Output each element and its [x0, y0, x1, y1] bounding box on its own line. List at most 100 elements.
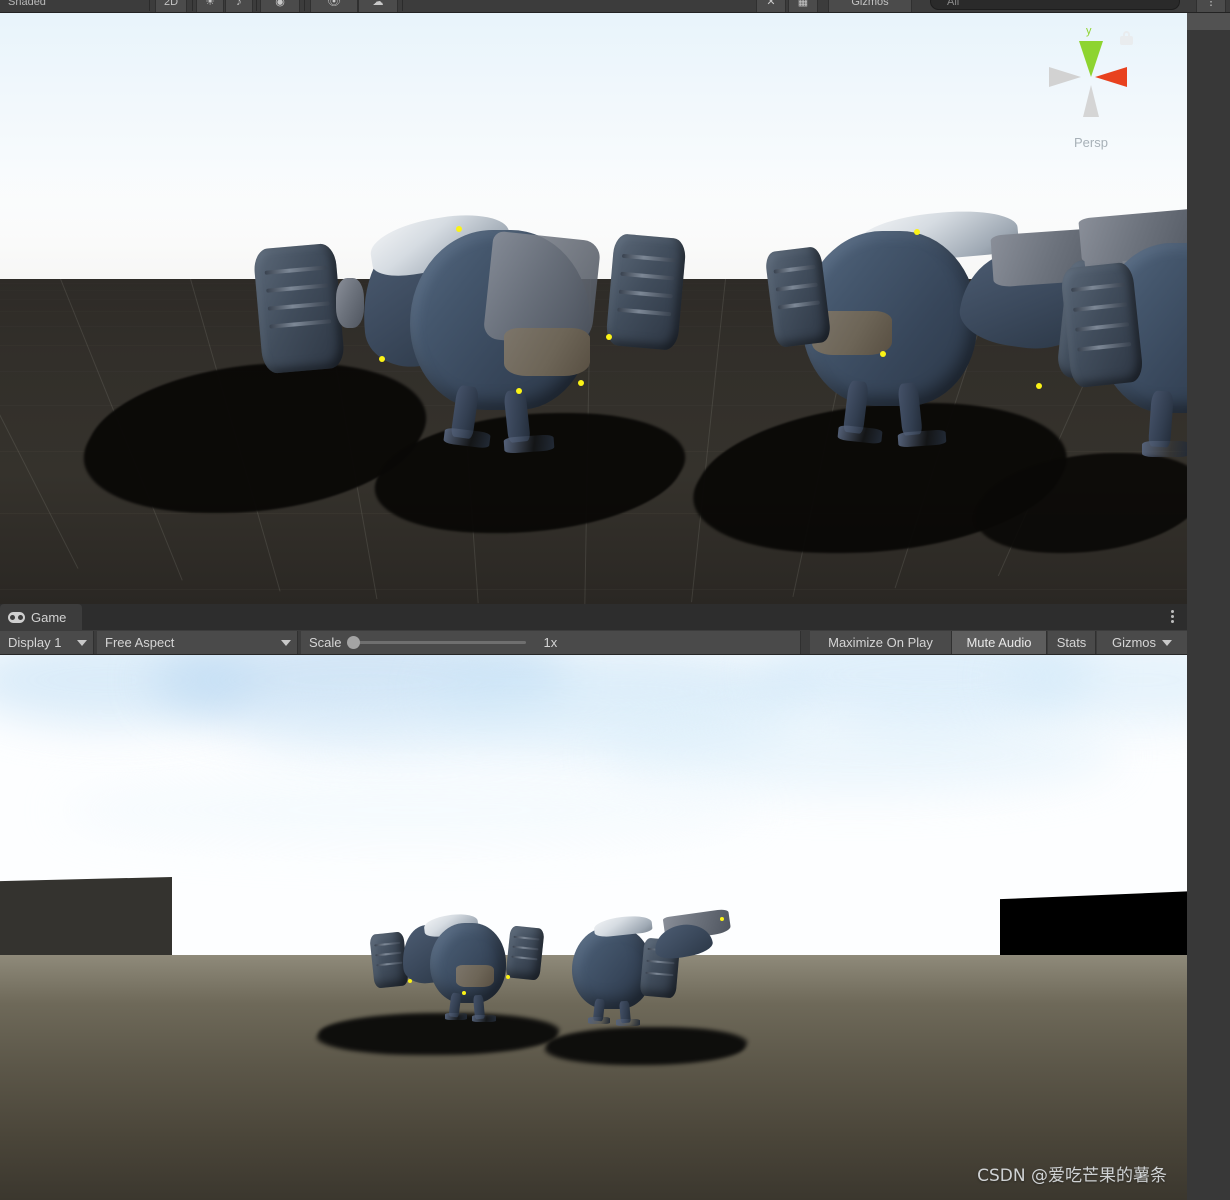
- eye-icon: 👁: [327, 0, 341, 8]
- scene-robot-1[interactable]: [252, 207, 688, 458]
- robot-left-pod-cap: [336, 278, 364, 328]
- robot-foot: [445, 1013, 467, 1020]
- robot-foot: [472, 1015, 496, 1022]
- gizmo-handle[interactable]: [456, 226, 462, 232]
- mute-audio-button[interactable]: Mute Audio: [952, 631, 1047, 654]
- more-icon: ⋮: [1205, 0, 1217, 8]
- scene-view-toolbar[interactable]: Shaded 2D ☀ ♪ ◉ 👁 ☁ ✕ ▦ Gizmos All ⋮: [0, 0, 1230, 13]
- gizmo-axis-x-negative-cone[interactable]: [1049, 67, 1081, 87]
- toolbar-audio-toggle[interactable]: ♪: [225, 0, 253, 12]
- watermark: CSDN @爱吃芒果的薯条: [977, 1166, 1167, 1186]
- toolbar-lighting-toggle[interactable]: ☀: [196, 0, 224, 12]
- game-tabstrip: Game: [0, 604, 1187, 630]
- toolbar-camera-settings[interactable]: ☁: [358, 0, 398, 12]
- robot-foot: [837, 424, 883, 445]
- gamepad-icon: [8, 611, 25, 623]
- game-toolbar: Display 1 Free Aspect Scale 1x Maximize …: [0, 630, 1187, 655]
- grid-icon: ▦: [797, 0, 809, 8]
- toolbar-spacer: [410, 0, 750, 12]
- robot-foot: [897, 429, 947, 448]
- scale-slider-handle[interactable]: [346, 636, 360, 649]
- lock-icon[interactable]: [1120, 31, 1133, 45]
- cloud: [600, 715, 1120, 795]
- cloud: [60, 775, 760, 845]
- toolbar-scene-visibility[interactable]: 👁: [310, 0, 358, 12]
- tab-game-label: Game: [31, 609, 67, 625]
- camera-icon: ☁: [372, 0, 384, 8]
- chevron-down-icon: [77, 639, 87, 646]
- chevron-down-icon: [281, 639, 291, 646]
- shading-mode-dropdown[interactable]: Shaded: [0, 0, 148, 12]
- right-panel-header-filler: [1187, 13, 1230, 30]
- gizmo-handle[interactable]: [462, 991, 466, 995]
- crosshair-icon: ✕: [766, 0, 776, 8]
- scene-view[interactable]: y Persp: [0, 13, 1187, 604]
- stats-label: Stats: [1056, 635, 1087, 650]
- robot-body: [572, 927, 652, 1009]
- right-panel-filler: [1187, 13, 1230, 1200]
- robot-foot: [1142, 441, 1187, 457]
- gizmo-handle[interactable]: [408, 979, 412, 983]
- robot-left-pod: [1059, 261, 1145, 389]
- robot-body: [430, 923, 506, 1003]
- gizmo-axis-x-cone[interactable]: [1095, 67, 1127, 87]
- scale-slider[interactable]: [346, 636, 526, 649]
- robot-canopy: [593, 914, 653, 938]
- search-placeholder: All: [947, 0, 960, 8]
- speaker-icon: ♪: [236, 0, 242, 8]
- gizmo-projection-label[interactable]: Persp: [1043, 135, 1139, 150]
- tab-game[interactable]: Game: [0, 604, 83, 630]
- gizmo-handle[interactable]: [880, 351, 886, 357]
- kebab-menu-icon[interactable]: [1171, 610, 1175, 625]
- gizmo-handle[interactable]: [914, 229, 920, 235]
- robot-left-pod: [252, 242, 346, 375]
- gizmos-label: Gizmos: [851, 0, 889, 8]
- gizmo-handle[interactable]: [506, 975, 510, 979]
- maximize-on-play-button[interactable]: Maximize On Play: [810, 631, 952, 654]
- toggle-2d-label: 2D: [163, 0, 179, 8]
- aspect-dropdown[interactable]: Free Aspect: [97, 631, 298, 654]
- toolbar-gizmo-tool[interactable]: ✕: [756, 0, 786, 12]
- gizmo-handle[interactable]: [1036, 383, 1042, 389]
- toolbar-grid-tool[interactable]: ▦: [788, 0, 818, 12]
- gizmo-handle[interactable]: [578, 380, 584, 386]
- robot-right-pod: [505, 925, 545, 981]
- stats-button[interactable]: Stats: [1048, 631, 1096, 654]
- sun-icon: ☀: [205, 0, 215, 8]
- gizmo-handle[interactable]: [379, 356, 385, 362]
- gizmo-axis-y-label: y: [1086, 25, 1092, 37]
- gizmos-button[interactable]: Gizmos: [1097, 631, 1187, 654]
- gizmo-handle[interactable]: [516, 388, 522, 394]
- shading-mode-label: Shaded: [8, 0, 46, 8]
- robot-foot: [503, 434, 555, 454]
- chevron-down-icon[interactable]: [1162, 639, 1173, 646]
- game-panel: Game Display 1 Free Aspect Scale 1x Maxi…: [0, 604, 1187, 1200]
- scale-value: 1x: [543, 635, 558, 650]
- robot-foot: [443, 427, 491, 449]
- maximize-on-play-label: Maximize On Play: [828, 635, 933, 650]
- toolbar-2d-toggle[interactable]: 2D: [155, 0, 187, 12]
- robot-body-panel: [456, 965, 494, 987]
- display-dropdown[interactable]: Display 1: [0, 631, 94, 654]
- aspect-dropdown-label: Free Aspect: [105, 635, 175, 650]
- toolbar-gizmos-dropdown[interactable]: Gizmos: [828, 0, 912, 12]
- toolbar-overflow[interactable]: ⋮: [1196, 0, 1226, 12]
- scene-search-input[interactable]: All: [930, 0, 1180, 10]
- robot-left-pod: [764, 245, 832, 349]
- robot-right-pod: [605, 233, 687, 351]
- robot-leg: [1148, 390, 1174, 448]
- scene-orientation-gizmo[interactable]: y Persp: [1043, 25, 1139, 159]
- gizmos-label: Gizmos: [1111, 635, 1157, 650]
- game-view[interactable]: CSDN @爱吃芒果的薯条: [0, 655, 1187, 1200]
- game-robot-2[interactable]: [568, 908, 738, 1026]
- game-robot-1[interactable]: [369, 911, 552, 1025]
- effects-icon: ◉: [275, 0, 285, 8]
- gizmo-handle[interactable]: [720, 917, 724, 921]
- robot-body-panel: [504, 328, 590, 376]
- scale-control[interactable]: Scale 1x: [301, 631, 801, 654]
- scene-robot-3[interactable]: [1059, 207, 1187, 457]
- gizmo-handle[interactable]: [606, 334, 612, 340]
- toolbar-fx-dropdown[interactable]: ◉: [260, 0, 300, 12]
- gizmo-axis-y-negative-cone[interactable]: [1083, 85, 1099, 117]
- scale-label: Scale: [309, 635, 342, 650]
